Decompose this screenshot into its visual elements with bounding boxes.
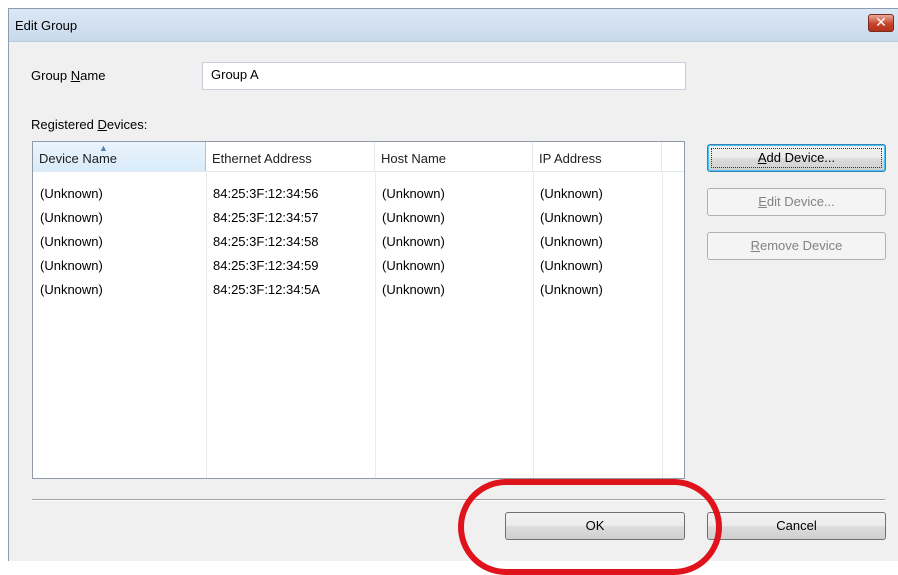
- column-header-host-name[interactable]: Host Name: [375, 142, 533, 171]
- close-button[interactable]: ✕: [868, 14, 894, 32]
- device-name-cell: (Unknown): [40, 282, 103, 297]
- devices-list[interactable]: ▲ Device Name Ethernet Address Host Name…: [32, 141, 685, 479]
- host-name-cell: (Unknown): [382, 210, 445, 225]
- edit-device-button[interactable]: Edit Device...: [707, 188, 886, 216]
- column-header-ethernet-address[interactable]: Ethernet Address: [206, 142, 375, 171]
- add-device-button[interactable]: Add Device...: [707, 144, 886, 172]
- column-header-ip-address[interactable]: IP Address: [533, 142, 662, 171]
- ip-address-cell: (Unknown): [540, 258, 603, 273]
- host-name-cell: (Unknown): [382, 282, 445, 297]
- table-row[interactable]: (Unknown) 84:25:3F:12:34:57 (Unknown) (U…: [33, 206, 684, 230]
- table-row[interactable]: (Unknown) 84:25:3F:12:34:56 (Unknown) (U…: [33, 182, 684, 206]
- ethernet-address-cell: 84:25:3F:12:34:58: [213, 234, 319, 249]
- ethernet-address-cell: 84:25:3F:12:34:57: [213, 210, 319, 225]
- ip-address-cell: (Unknown): [540, 210, 603, 225]
- ethernet-address-cell: 84:25:3F:12:34:56: [213, 186, 319, 201]
- device-name-cell: (Unknown): [40, 186, 103, 201]
- edit-group-dialog: Edit Group ✕ Group Name Group A Register…: [8, 8, 898, 561]
- table-row[interactable]: (Unknown) 84:25:3F:12:34:59 (Unknown) (U…: [33, 254, 684, 278]
- group-name-input[interactable]: Group A: [202, 62, 686, 90]
- device-name-cell: (Unknown): [40, 234, 103, 249]
- host-name-cell: (Unknown): [382, 258, 445, 273]
- ip-address-cell: (Unknown): [540, 186, 603, 201]
- remove-device-button[interactable]: Remove Device: [707, 232, 886, 260]
- window-title: Edit Group: [15, 18, 78, 33]
- title-bar[interactable]: Edit Group ✕: [9, 9, 898, 42]
- host-name-cell: (Unknown): [382, 186, 445, 201]
- table-row[interactable]: (Unknown) 84:25:3F:12:34:5A (Unknown) (U…: [33, 278, 684, 302]
- column-header-device-name[interactable]: ▲ Device Name: [33, 142, 206, 171]
- close-icon: ✕: [875, 14, 887, 30]
- table-row[interactable]: (Unknown) 84:25:3F:12:34:58 (Unknown) (U…: [33, 230, 684, 254]
- device-name-cell: (Unknown): [40, 258, 103, 273]
- group-name-label: Group Name: [31, 68, 106, 83]
- host-name-cell: (Unknown): [382, 234, 445, 249]
- registered-devices-label: Registered Devices:: [31, 117, 148, 132]
- ip-address-cell: (Unknown): [540, 234, 603, 249]
- sort-ascending-icon: ▲: [99, 143, 108, 153]
- ethernet-address-cell: 84:25:3F:12:34:5A: [213, 282, 320, 297]
- focus-rectangle: [711, 148, 882, 168]
- device-name-cell: (Unknown): [40, 210, 103, 225]
- ethernet-address-cell: 84:25:3F:12:34:59: [213, 258, 319, 273]
- separator-line: [32, 499, 885, 501]
- ip-address-cell: (Unknown): [540, 282, 603, 297]
- cancel-button[interactable]: Cancel: [707, 512, 886, 540]
- list-header: ▲ Device Name Ethernet Address Host Name…: [33, 142, 684, 172]
